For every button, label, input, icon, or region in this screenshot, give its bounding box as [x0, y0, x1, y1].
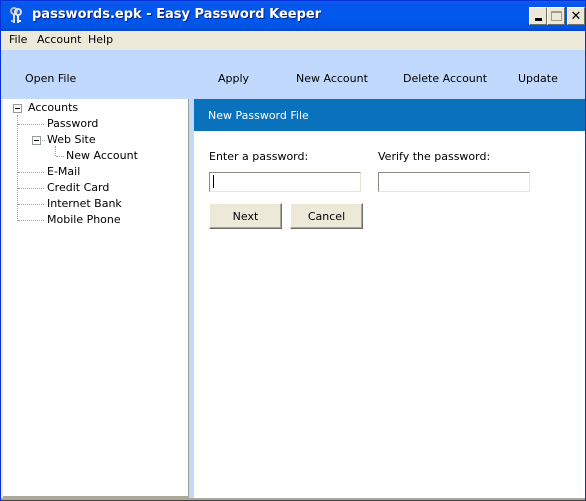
- delete-account-button[interactable]: Delete Account: [403, 72, 487, 85]
- verify-password-input[interactable]: [378, 172, 530, 192]
- tree-connector-line: [18, 204, 44, 205]
- panel-title: New Password File: [208, 109, 309, 122]
- keys-icon: [8, 7, 24, 25]
- close-button[interactable]: ✕: [567, 7, 585, 25]
- tree-connector-line: [56, 156, 64, 157]
- update-button[interactable]: Update: [518, 72, 558, 85]
- maximize-icon: [550, 11, 562, 21]
- next-button[interactable]: Next: [209, 203, 282, 229]
- window-title: passwords.epk - Easy Password Keeper: [32, 7, 322, 22]
- tree-item-accounts[interactable]: Accounts: [28, 100, 78, 116]
- tree-connector-line: [18, 172, 44, 173]
- tree-connector-line: [18, 188, 44, 189]
- tree-connector-line: [17, 115, 18, 221]
- close-icon: ✕: [570, 8, 582, 24]
- title-bar[interactable]: passwords.epk - Easy Password Keeper ✕: [1, 1, 585, 31]
- main-panel: New Password File Enter a password: Veri…: [194, 99, 585, 498]
- apply-button[interactable]: Apply: [218, 72, 249, 85]
- panel-header: New Password File: [194, 99, 585, 131]
- enter-password-label: Enter a password:: [209, 150, 309, 163]
- collapse-web-site-toggle[interactable]: [32, 136, 41, 145]
- menu-account[interactable]: Account: [37, 33, 81, 46]
- enter-password-input[interactable]: [209, 172, 361, 192]
- menu-file[interactable]: File: [9, 33, 27, 46]
- new-account-button[interactable]: New Account: [296, 72, 368, 85]
- verify-password-label: Verify the password:: [378, 150, 491, 163]
- tree-connector-line: [18, 220, 44, 221]
- minimize-icon: [534, 18, 542, 21]
- tree-item-mobile-phone[interactable]: Mobile Phone: [47, 212, 121, 228]
- open-file-button[interactable]: Open File: [25, 72, 76, 85]
- cancel-button[interactable]: Cancel: [290, 203, 363, 229]
- tree-item-email[interactable]: E-Mail: [47, 164, 80, 180]
- tree-item-internet-bank[interactable]: Internet Bank: [47, 196, 122, 212]
- accounts-tree[interactable]: Accounts Password Web Site New Account E…: [3, 99, 189, 498]
- tree-item-password[interactable]: Password: [47, 116, 98, 132]
- minimize-button[interactable]: [529, 7, 547, 25]
- toolbar: Open File Apply New Account Delete Accou…: [1, 50, 585, 99]
- menu-bar: File Account Help: [1, 31, 585, 49]
- collapse-accounts-toggle[interactable]: [13, 104, 22, 113]
- tree-item-credit-card[interactable]: Credit Card: [47, 180, 109, 196]
- text-caret: [213, 175, 214, 188]
- tree-connector-line: [42, 140, 45, 141]
- tree-item-new-account[interactable]: New Account: [66, 148, 138, 164]
- app-window: passwords.epk - Easy Password Keeper ✕ F…: [0, 0, 586, 501]
- tree-connector-line: [18, 124, 44, 125]
- menu-help[interactable]: Help: [88, 33, 113, 46]
- maximize-button[interactable]: [547, 7, 565, 25]
- tree-item-web-site[interactable]: Web Site: [47, 132, 96, 148]
